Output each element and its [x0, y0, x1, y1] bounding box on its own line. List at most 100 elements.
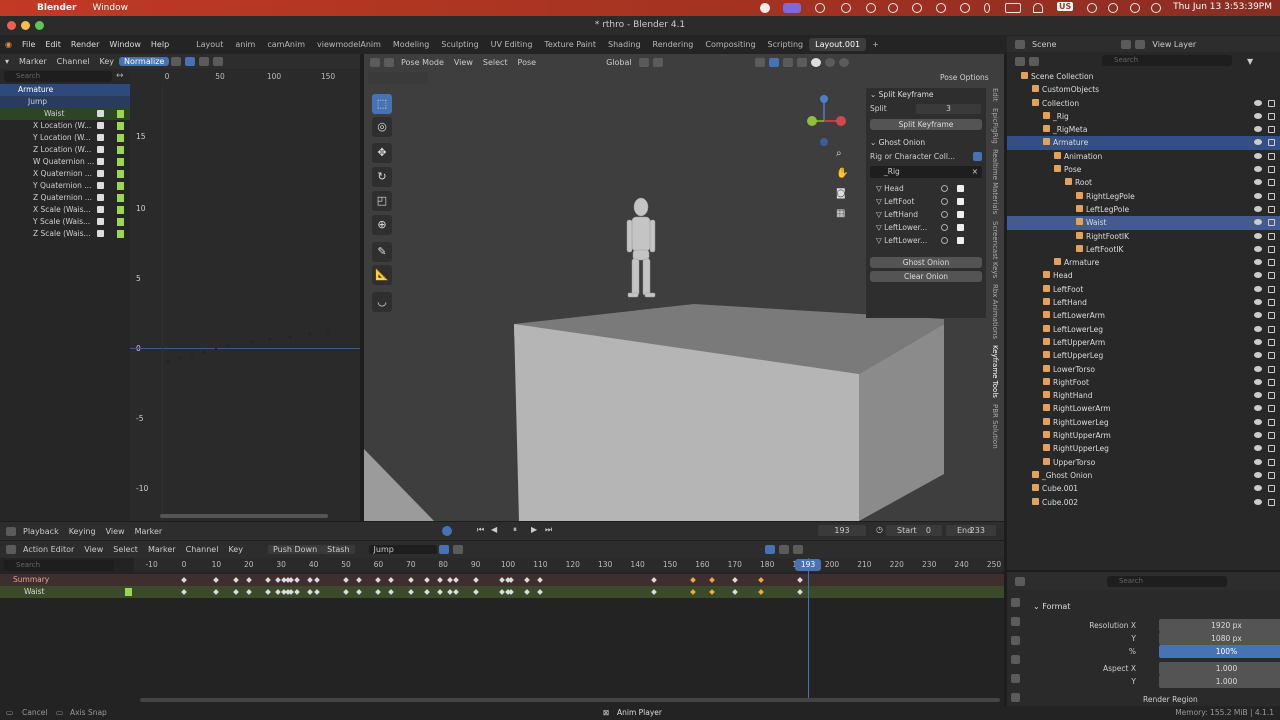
scene-icon[interactable] [1015, 39, 1025, 49]
keyframe[interactable] [307, 577, 314, 583]
siri-icon[interactable] [1151, 3, 1161, 13]
keyframe[interactable] [275, 589, 281, 595]
render-toggle-icon[interactable] [1268, 405, 1275, 413]
dopesheet-menu-key[interactable]: Key [223, 545, 248, 554]
relax-tool[interactable]: ◡ [372, 292, 392, 312]
clock[interactable]: Thu Jun 13 3:53:39PM [1173, 2, 1272, 12]
render-toggle-icon[interactable] [1268, 458, 1275, 466]
rendered-shading-icon[interactable] [838, 57, 849, 67]
tab-texture-paint[interactable]: Texture Paint [538, 38, 602, 51]
sidebar-tab-realtime-materials[interactable]: Realtime Materials [991, 149, 999, 214]
add-workspace-button[interactable]: + [866, 38, 885, 51]
aspect-y-field[interactable]: 1.000 [1159, 675, 1280, 688]
select-box-tool[interactable]: ⬚ [372, 94, 392, 114]
keyframe[interactable] [689, 577, 696, 583]
keyframe[interactable] [796, 577, 803, 583]
clear-onion-button[interactable]: Clear Onion [870, 271, 982, 282]
normalize-toggle[interactable]: Normalize [119, 57, 170, 66]
render-toggle-icon[interactable] [1268, 152, 1275, 160]
visibility-eye-icon[interactable] [1254, 166, 1262, 173]
visibility-eye-icon[interactable] [1254, 245, 1262, 252]
split-keyframe-header[interactable]: ⌄ Split Keyframe [866, 88, 986, 102]
bone-row[interactable]: ▽ Head [866, 182, 986, 195]
new-action-icon[interactable] [452, 545, 463, 554]
render-toggle-icon[interactable] [1268, 285, 1275, 293]
render-toggle-icon[interactable] [1268, 432, 1275, 440]
battery-icon[interactable] [1005, 3, 1021, 13]
keyframe[interactable] [313, 577, 320, 583]
current-frame-field[interactable]: 193 [818, 525, 866, 536]
tab-layout-001[interactable]: Layout.001 [809, 38, 867, 51]
outliner-row[interactable]: _Ghost Onion [1007, 469, 1280, 482]
pan-hand-icon[interactable]: ✋ [836, 168, 852, 188]
checkbox-icon[interactable] [97, 110, 104, 117]
scale-tool[interactable]: ◰ [372, 191, 392, 211]
render-toggle-icon[interactable] [1268, 99, 1275, 107]
tool-tab-icon[interactable] [1011, 598, 1020, 607]
menu-window[interactable]: Window [104, 40, 146, 49]
tray-icon[interactable] [815, 3, 825, 13]
checkbox-icon[interactable] [97, 182, 104, 189]
channel-x-location[interactable]: X Location (W... [0, 120, 130, 132]
mode-selector[interactable]: Pose Mode [396, 58, 449, 67]
fake-user-icon[interactable] [438, 545, 449, 554]
view-layer-selector[interactable]: View Layer [1147, 40, 1201, 49]
outliner-row[interactable]: LeftUpperArm [1007, 336, 1280, 349]
channel-x-quaternion[interactable]: X Quaternion ... [0, 168, 130, 180]
render-toggle-icon[interactable] [1268, 112, 1275, 120]
tab-anim[interactable]: anim [229, 38, 261, 51]
menu-edit[interactable]: Edit [40, 40, 66, 49]
keyframe[interactable] [343, 589, 349, 595]
bone-row[interactable]: ▽ LeftLower... [866, 234, 986, 247]
keyframe[interactable] [388, 589, 395, 595]
sidebar-tab-rbx-animations[interactable]: Rbx Animations [991, 284, 999, 339]
resolution-x-field[interactable]: 1920 px [1159, 619, 1280, 632]
graph-menu-channel[interactable]: Channel [52, 57, 95, 66]
render-toggle-icon[interactable] [1268, 179, 1275, 187]
properties-search-input[interactable]: Search [1107, 576, 1227, 587]
keyframe[interactable] [796, 589, 803, 595]
radio-icon[interactable] [941, 198, 948, 205]
keyframe[interactable] [689, 589, 696, 595]
stash-button[interactable]: Stash [322, 545, 355, 554]
transform-tool[interactable]: ⊕ [372, 215, 392, 235]
outliner-row[interactable]: Animation [1007, 150, 1280, 163]
output-tab-icon[interactable] [1011, 636, 1020, 645]
overlay-icon[interactable] [782, 57, 793, 67]
outliner-row[interactable]: LowerTorso [1007, 363, 1280, 376]
outliner-row[interactable]: LeftUpperLeg [1007, 349, 1280, 362]
keyframe[interactable] [407, 577, 414, 583]
checkbox-icon[interactable] [97, 146, 104, 153]
outliner-row[interactable]: LeftLegPole [1007, 203, 1280, 216]
tab-uv-editing[interactable]: UV Editing [485, 38, 539, 51]
outliner-row[interactable]: RightUpperArm [1007, 429, 1280, 442]
tab-shading[interactable]: Shading [602, 38, 647, 51]
visibility-eye-icon[interactable] [1254, 432, 1262, 439]
visibility-eye-icon[interactable] [1254, 365, 1262, 372]
outliner-row[interactable]: Waist [1007, 216, 1280, 230]
channel-armature[interactable]: Armature [0, 84, 130, 96]
menu-render[interactable]: Render [66, 40, 104, 49]
tray-icon[interactable] [888, 3, 898, 13]
zoom-window-button[interactable] [35, 21, 44, 30]
keyframe[interactable] [731, 577, 738, 583]
render-toggle-icon[interactable] [1268, 219, 1275, 227]
timeline-view-menu[interactable]: View [101, 527, 130, 536]
select-mode-buttons[interactable] [368, 72, 428, 84]
visibility-eye-icon[interactable] [1254, 272, 1262, 279]
visibility-eye-icon[interactable] [1254, 192, 1262, 199]
select-tool-icon[interactable] [185, 57, 196, 66]
outliner-row[interactable]: Collection [1007, 97, 1280, 110]
editor-type-icon[interactable] [1015, 576, 1025, 586]
bluetooth-icon[interactable] [984, 3, 990, 13]
timeline-playback-menu[interactable]: Playback [18, 527, 64, 536]
screen-share-icon[interactable] [783, 3, 801, 13]
wifi-icon[interactable] [1033, 3, 1043, 13]
sidebar-tab-screencast-keys[interactable]: Screencast Keys [991, 221, 999, 278]
start-frame-field[interactable]: Start 0 [886, 525, 942, 536]
radio-icon[interactable] [941, 237, 948, 244]
keyframe[interactable] [388, 577, 395, 583]
scene-tab-icon[interactable] [1011, 674, 1020, 683]
keyframe[interactable] [288, 589, 294, 595]
armature-icon[interactable] [973, 152, 982, 161]
